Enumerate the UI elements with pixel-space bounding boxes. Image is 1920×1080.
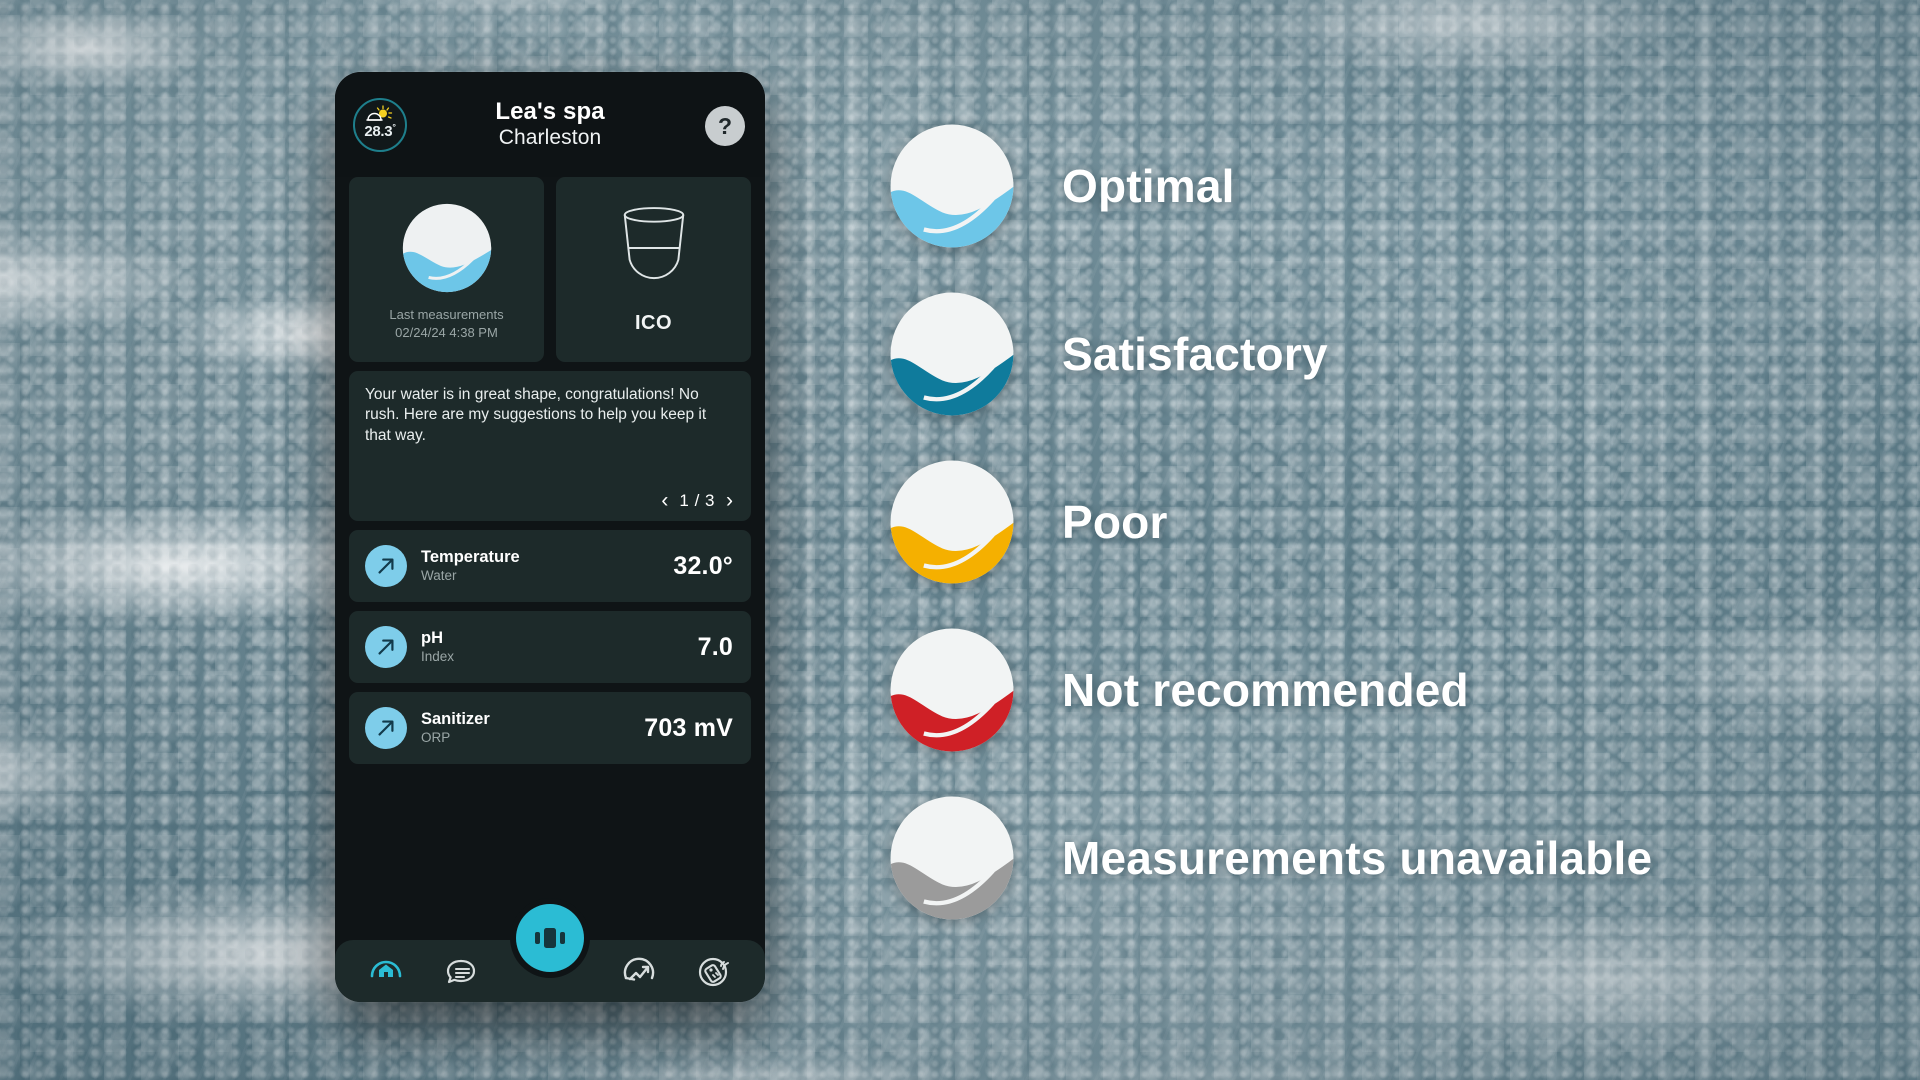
- spa-jets-fab-button[interactable]: [516, 904, 584, 972]
- advice-next-button[interactable]: ›: [726, 490, 733, 511]
- metric-sub: Index: [421, 648, 455, 664]
- water-level-icon: [890, 460, 1014, 584]
- legend-item-poor: Poor: [888, 458, 1652, 586]
- legend-label: Not recommended: [1062, 664, 1469, 716]
- metric-row-ph[interactable]: pH Index 7.0: [349, 611, 751, 683]
- water-drop-optimal-icon: [402, 203, 491, 293]
- metric-sub: Water: [421, 567, 457, 583]
- metric-row-temperature[interactable]: Temperature Water 32.0°: [349, 530, 751, 602]
- gauge-trend-icon: [623, 957, 655, 981]
- metric-name: pH: [421, 629, 443, 648]
- water-level-icon: [890, 796, 1014, 920]
- nav-item-remote[interactable]: [691, 948, 737, 994]
- last-measurements-date: 02/24/24 4:38 PM: [395, 324, 498, 340]
- spa-location: Charleston: [498, 126, 602, 150]
- status-legend: Optimal Satisfactory Poor Not recommende…: [888, 122, 1652, 922]
- spa-jets-icon: [535, 928, 565, 948]
- top-cards: Last measurements 02/24/24 4:38 PM ICO: [349, 177, 751, 362]
- advice-text: Your water is in great shape, congratula…: [365, 386, 707, 444]
- legend-label: Poor: [1062, 496, 1168, 548]
- nav-item-home[interactable]: [363, 948, 409, 994]
- legend-label: Satisfactory: [1062, 328, 1328, 380]
- spa-name: Lea's spa: [495, 98, 605, 126]
- arrow-up-right-icon: [365, 545, 407, 587]
- advice-pager: ‹ 1 / 3 ›: [661, 490, 735, 511]
- sun-behind-cloud-icon: [366, 105, 393, 121]
- home-icon: [370, 960, 402, 978]
- advice-card: Your water is in great shape, congratula…: [349, 371, 751, 521]
- water-level-icon: [890, 628, 1014, 752]
- arrow-up-right-icon: [365, 626, 407, 668]
- nav-item-chat[interactable]: [438, 948, 484, 994]
- water-level-icon: [890, 292, 1014, 416]
- metric-value: 7.0: [697, 632, 733, 661]
- legend-item-satisfactory: Satisfactory: [888, 290, 1652, 418]
- metric-labels: Temperature Water: [421, 548, 659, 583]
- bottom-nav-wrap: [335, 904, 765, 1002]
- last-measurements-card[interactable]: Last measurements 02/24/24 4:38 PM: [349, 177, 544, 362]
- phone-mockup: 28.3° Lea's spa Charleston ? Last measur…: [335, 72, 765, 1002]
- app-header: 28.3° Lea's spa Charleston ?: [335, 72, 765, 177]
- metric-value: 32.0°: [673, 551, 733, 580]
- chat-bubble-icon: [446, 959, 476, 984]
- arrow-up-right-icon: [365, 707, 407, 749]
- ico-device-icon: [623, 207, 684, 280]
- metric-labels: Sanitizer ORP: [421, 710, 630, 745]
- remote-control-icon: [698, 957, 729, 987]
- app-body: Last measurements 02/24/24 4:38 PM ICO Y…: [335, 177, 765, 920]
- weather-temperature: 28.3°: [364, 122, 396, 140]
- nav-item-trends[interactable]: [616, 948, 662, 994]
- advice-page-counter: 1 / 3: [679, 490, 715, 510]
- legend-item-not-recommended: Not recommended: [888, 626, 1652, 754]
- legend-label: Optimal: [1062, 160, 1235, 212]
- legend-label: Measurements unavailable: [1062, 832, 1653, 884]
- help-button[interactable]: ?: [705, 106, 745, 146]
- ico-label: ICO: [634, 312, 673, 334]
- weather-badge[interactable]: 28.3°: [353, 98, 407, 152]
- metric-name: Sanitizer: [421, 710, 490, 729]
- legend-item-unavailable: Measurements unavailable: [888, 794, 1652, 922]
- last-measurements-label: Last measurements: [389, 306, 504, 322]
- metric-row-sanitizer[interactable]: Sanitizer ORP 703 mV: [349, 692, 751, 764]
- advice-prev-button[interactable]: ‹: [661, 490, 668, 511]
- water-level-icon: [890, 124, 1014, 248]
- header-titles: Lea's spa Charleston: [495, 98, 605, 150]
- metric-labels: pH Index: [421, 629, 684, 664]
- ico-device-card[interactable]: ICO: [556, 177, 751, 362]
- metric-name: Temperature: [421, 548, 520, 567]
- legend-item-optimal: Optimal: [888, 122, 1652, 250]
- metric-value: 703 mV: [644, 713, 733, 742]
- metric-sub: ORP: [421, 729, 451, 745]
